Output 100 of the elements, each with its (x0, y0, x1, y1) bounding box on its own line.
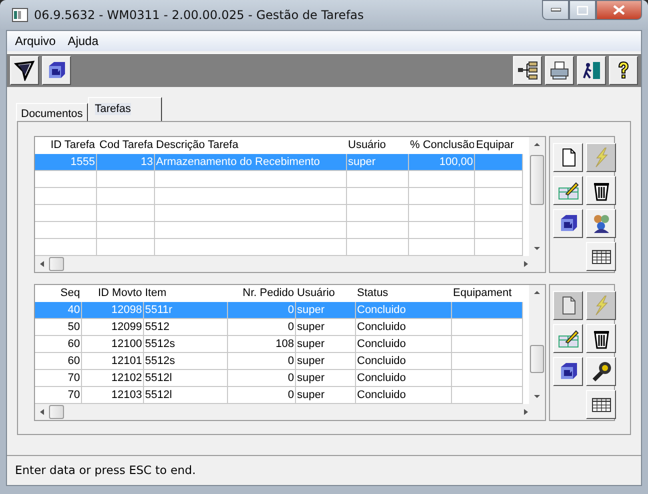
table-row[interactable]: 50 12099 5512 0 super Concluido (35, 319, 529, 336)
tool-button[interactable] (586, 357, 616, 386)
empty-cell (452, 353, 523, 370)
scroll-thumb[interactable] (49, 405, 64, 419)
empty-cell (475, 205, 523, 222)
empty-cell (409, 222, 475, 239)
edit-grid-icon (558, 328, 578, 349)
table-cell: 70 (35, 370, 82, 387)
table-cell: 0 (228, 302, 296, 319)
table-cell: 0 (228, 319, 296, 336)
empty-cell (452, 319, 523, 336)
tool-button[interactable] (586, 324, 616, 353)
empty-cell (409, 205, 475, 222)
tool-button[interactable] (553, 357, 583, 386)
table-cell: 100,00 (409, 154, 475, 171)
scroll-left-icon (39, 260, 45, 268)
tree-icon (517, 60, 538, 81)
table-cell: 60 (35, 336, 82, 353)
scroll-thumb[interactable] (530, 345, 544, 373)
table-cell: super (347, 154, 409, 171)
table-cell: 108 (228, 336, 296, 353)
empty-cell (409, 188, 475, 205)
empty-cell (35, 222, 97, 239)
empty-cell (475, 188, 523, 205)
empty-cell (97, 171, 155, 188)
menu-item[interactable]: Arquivo (9, 31, 62, 51)
tool-button[interactable] (553, 209, 583, 238)
table-cell: 12101 (82, 353, 144, 370)
vertical-scrollbar[interactable] (529, 137, 545, 256)
empty-cell (409, 171, 475, 188)
table-cell: 12098 (82, 302, 144, 319)
empty-cell (347, 188, 409, 205)
empty-cell (452, 336, 523, 353)
maximize-button[interactable] (569, 0, 596, 20)
table-cell: super (296, 302, 356, 319)
menu-item[interactable]: Ajuda (62, 31, 104, 51)
scroll-thumb[interactable] (49, 257, 64, 271)
table-cell: 5511r (144, 302, 228, 319)
empty-cell (35, 205, 97, 222)
table-cell: 40 (35, 302, 82, 319)
close-button[interactable] (596, 0, 642, 20)
toolbar-button[interactable] (577, 56, 606, 85)
tab[interactable]: Tarefas (88, 97, 162, 121)
table-row[interactable]: 70 12102 5512l 0 super Concluido (35, 370, 529, 387)
window-title: 06.9.5632 - WM0311 - 2.00.00.025 - Gestão de Tarefas (34, 7, 364, 24)
table-cell: 13 (97, 154, 155, 171)
table-row[interactable]: 60 12101 5512s 0 super Concluido (35, 353, 529, 370)
tool-button[interactable] (586, 242, 616, 271)
empty-cell (97, 222, 155, 239)
table-cell: Concluido (356, 370, 452, 387)
toolbar-button[interactable] (609, 56, 638, 85)
table-cell: Concluido (356, 353, 452, 370)
tool-button[interactable] (586, 390, 616, 419)
edit-grid-icon (558, 180, 578, 201)
horizontal-scrollbar[interactable] (35, 404, 545, 420)
table-cell: 12102 (82, 370, 144, 387)
table-cell: 5512 (144, 319, 228, 336)
tool-button[interactable] (586, 209, 616, 238)
empty-cell (97, 205, 155, 222)
close-icon (613, 5, 625, 15)
toolbar-button[interactable] (10, 56, 39, 85)
empty-cell (452, 370, 523, 387)
table-cell: 1555 (35, 154, 97, 171)
toolbar-button[interactable] (42, 56, 71, 85)
table-cell: 12099 (82, 319, 144, 336)
minimize-button[interactable] (542, 0, 569, 20)
table-cell: 0 (228, 353, 296, 370)
app-icon (12, 8, 28, 22)
tool-button[interactable] (553, 143, 583, 172)
status-text: Enter data or press ESC to end. (15, 462, 196, 479)
empty-cell (347, 171, 409, 188)
table-cell: super (296, 336, 356, 353)
table-cell: 50 (35, 319, 82, 336)
empty-cell (35, 171, 97, 188)
filter-icon (14, 60, 35, 81)
empty-cell (347, 205, 409, 222)
tab[interactable]: Documentos (16, 103, 88, 121)
table-cell: Concluido (356, 319, 452, 336)
empty-cell (97, 188, 155, 205)
scroll-thumb[interactable] (530, 155, 544, 205)
table-cell: Concluido (356, 302, 452, 319)
tool-button[interactable] (553, 176, 583, 205)
horizontal-scrollbar[interactable] (35, 256, 545, 272)
empty-cell (35, 188, 97, 205)
table-cell: Armazenamento do Recebimento (155, 154, 347, 171)
table-cell: Concluido (356, 336, 452, 353)
tool-button[interactable] (553, 324, 583, 353)
empty-cell (347, 222, 409, 239)
scroll-left-icon (39, 408, 45, 416)
table-cell: 12100 (82, 336, 144, 353)
table-cell: super (296, 353, 356, 370)
tool-button[interactable] (586, 176, 616, 205)
toolbar-button[interactable] (545, 56, 574, 85)
table-cell: 60 (35, 353, 82, 370)
vertical-scrollbar[interactable] (529, 285, 545, 404)
maximize-icon (577, 6, 588, 14)
table-cell: 0 (228, 370, 296, 387)
toolbar-button[interactable] (513, 56, 542, 85)
table-cell: super (296, 370, 356, 387)
table-row[interactable]: 60 12100 5512s 108 super Concluido (35, 336, 529, 353)
